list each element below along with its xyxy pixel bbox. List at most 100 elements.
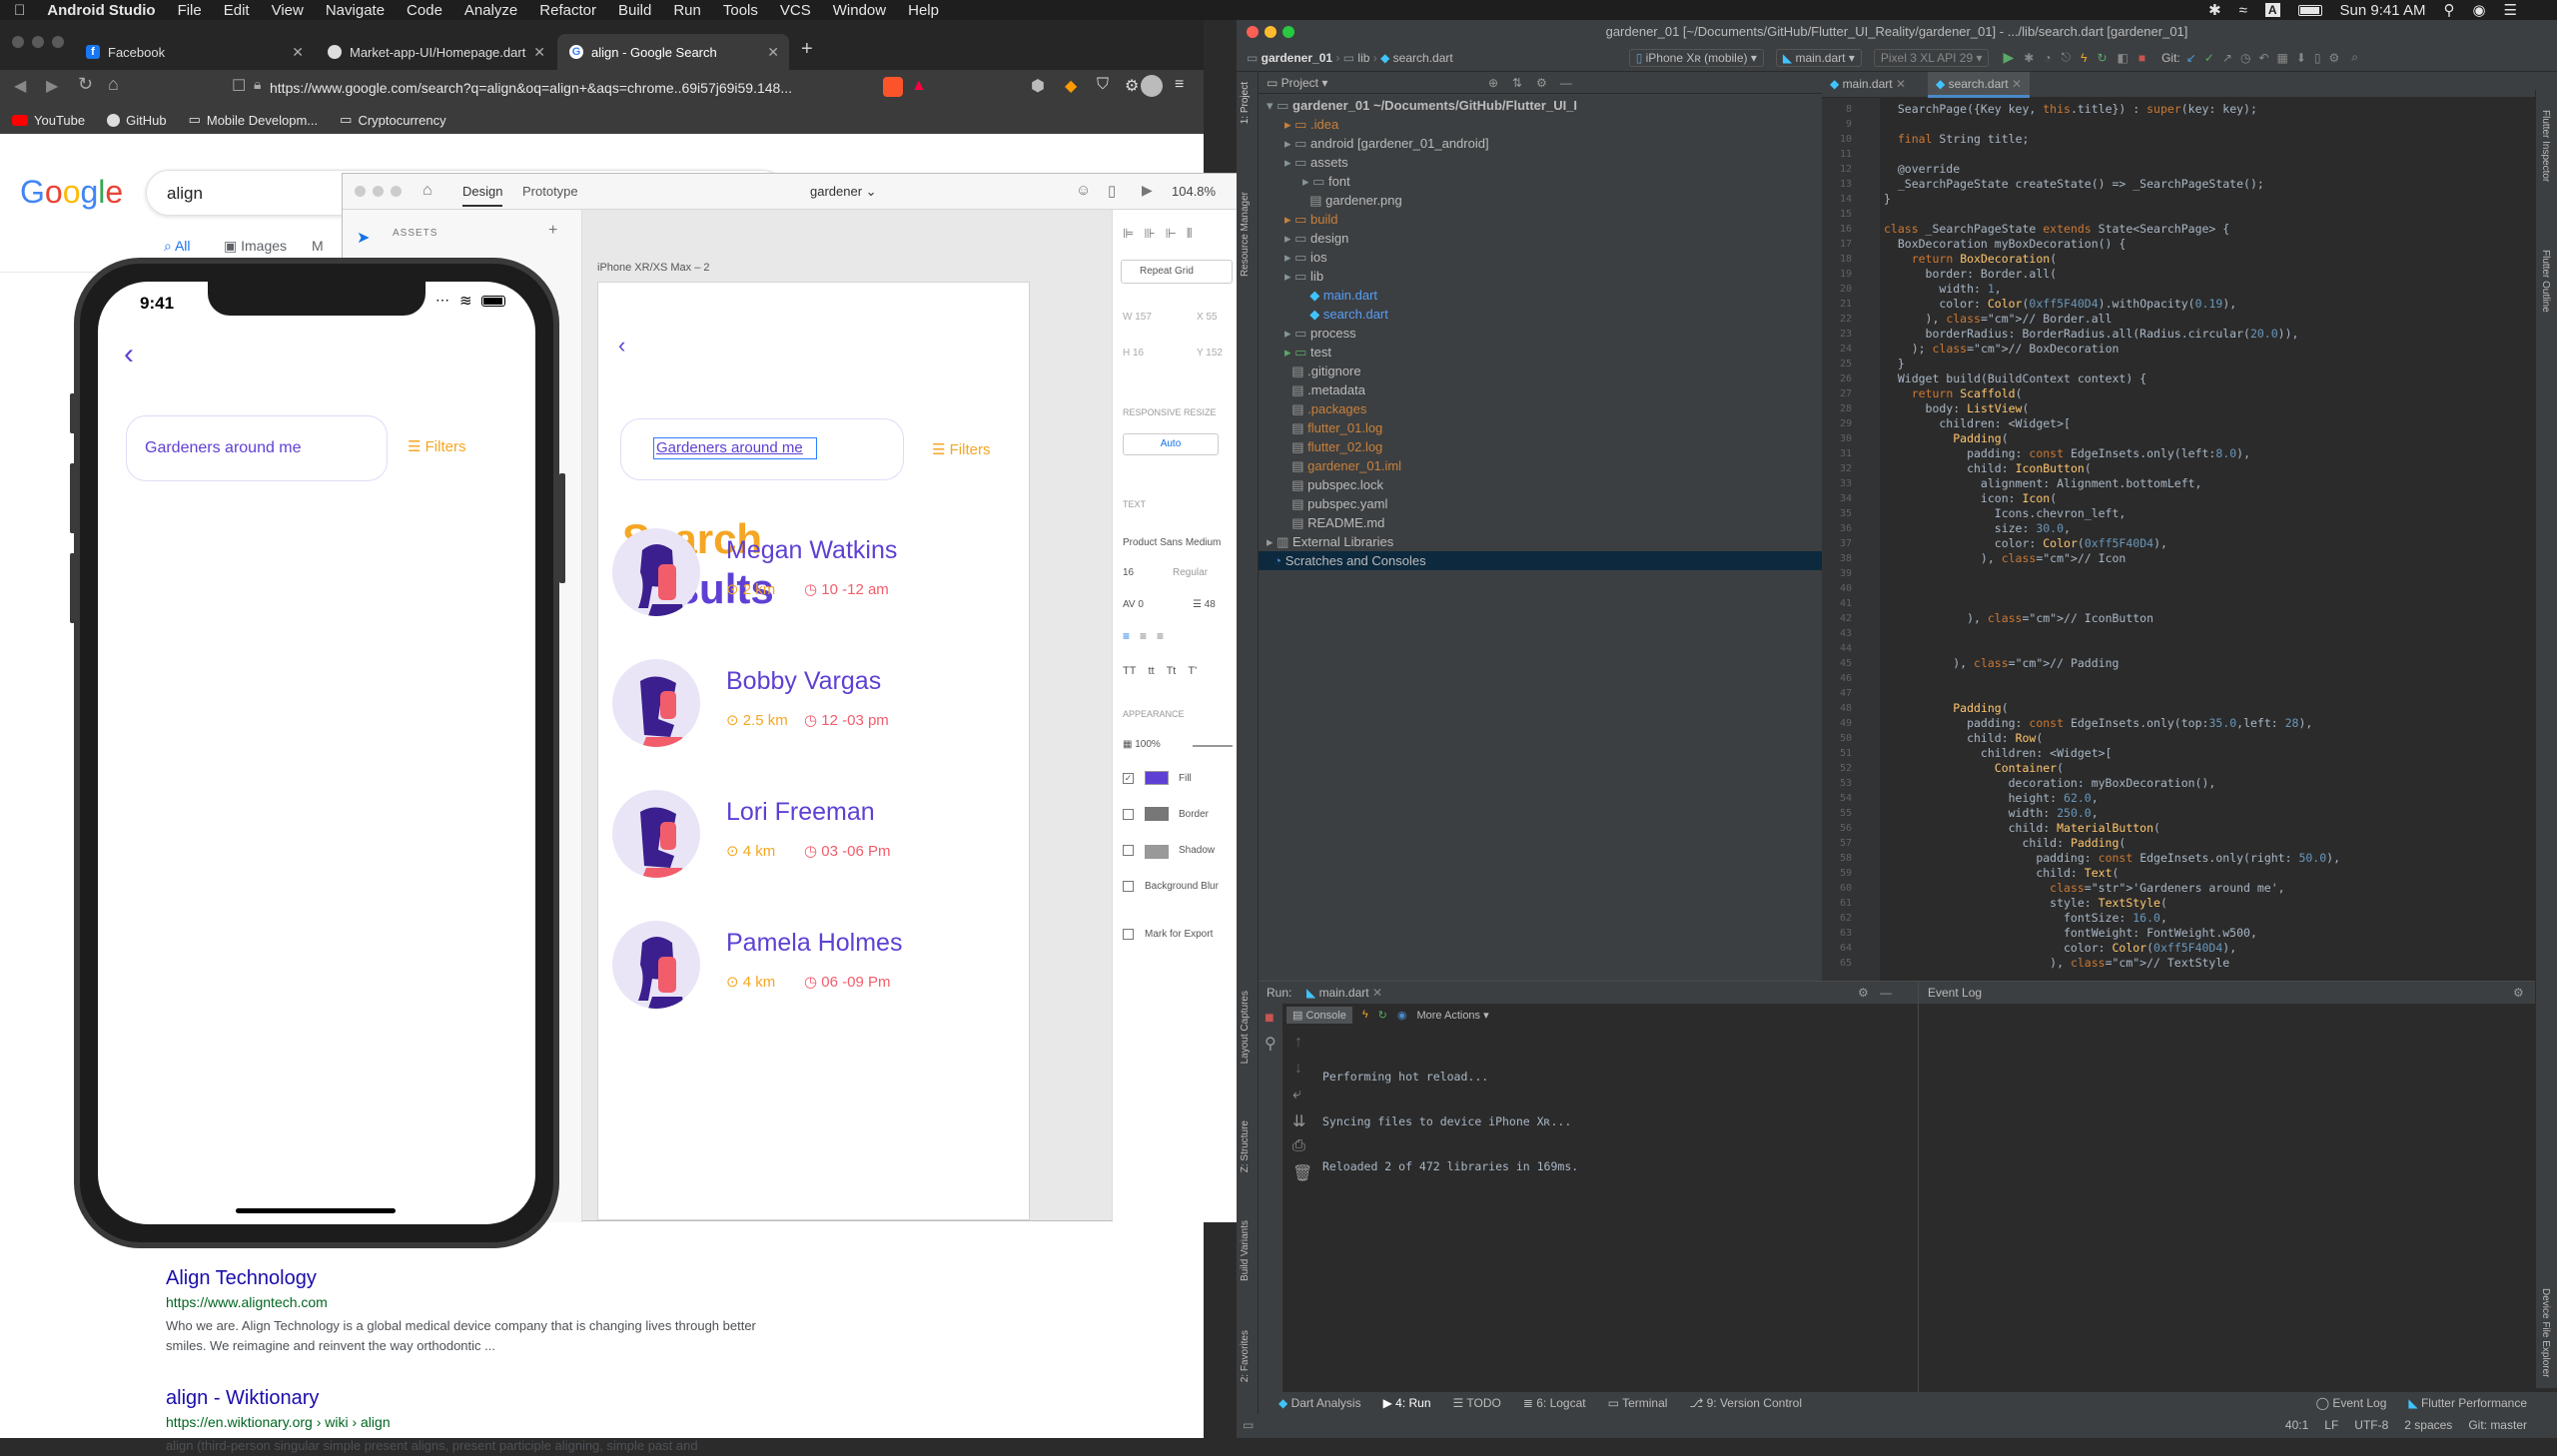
- version-control-tab[interactable]: ⎇ 9: Version Control: [1689, 1396, 1802, 1410]
- align-center-icon[interactable]: ⊪: [1144, 226, 1155, 242]
- shadow-swatch[interactable]: [1145, 845, 1169, 859]
- layout-captures-tool-tab[interactable]: Layout Captures: [1240, 991, 1251, 1064]
- wifi-icon[interactable]: ≈: [2239, 2, 2247, 19]
- result-list-item[interactable]: Pamela Holmes ⊙ 4 km ◷ 06 -09 Pm: [612, 921, 1012, 1021]
- tree-item[interactable]: ▸ ▭ font: [1259, 172, 1822, 191]
- window-minimize-button[interactable]: [373, 186, 384, 197]
- result-url[interactable]: https://en.wiktionary.org › wiki › align: [166, 1414, 765, 1430]
- mute-switch[interactable]: [70, 393, 76, 433]
- home-icon[interactable]: ⌂: [108, 74, 119, 95]
- bluetooth-icon[interactable]: ✱: [2208, 1, 2221, 19]
- history-icon[interactable]: ◷: [2240, 51, 2250, 65]
- tree-item[interactable]: ▤ gardener_01.iml: [1259, 456, 1822, 475]
- breadcrumb-item[interactable]: gardener_01: [1262, 51, 1332, 65]
- line-spacing-field[interactable]: ☰ 48: [1193, 599, 1216, 610]
- tab-prototype[interactable]: Prototype: [522, 184, 578, 199]
- hot-reload-icon[interactable]: ϟ: [1362, 1009, 1368, 1021]
- tree-item[interactable]: ▤ .gitignore: [1259, 362, 1822, 380]
- flutter-outline-tool-tab[interactable]: Flutter Outline: [2540, 250, 2551, 313]
- code-area[interactable]: SearchPage({Key key, this.title}) : supe…: [1884, 102, 2553, 979]
- artboard[interactable]: ‹ Gardeners around me ☰ Filters Search R…: [597, 282, 1030, 1220]
- file-encoding[interactable]: UTF-8: [2354, 1418, 2388, 1432]
- close-tab-icon[interactable]: ✕: [533, 44, 545, 61]
- tree-item[interactable]: ▸ ▭ build: [1259, 210, 1822, 229]
- reload-icon[interactable]: ↻: [78, 74, 93, 95]
- menu-app-name[interactable]: Android Studio: [47, 2, 155, 19]
- forward-icon[interactable]: ▶: [46, 76, 58, 96]
- result-title[interactable]: align - Wiktionary: [166, 1387, 765, 1410]
- tree-item[interactable]: ▤ pubspec.yaml: [1259, 494, 1822, 513]
- menu-file[interactable]: File: [178, 2, 202, 19]
- back-chevron-icon[interactable]: ‹: [618, 333, 625, 359]
- artboard-label[interactable]: iPhone XR/XS Max – 2: [597, 262, 710, 274]
- close-tab-icon[interactable]: ✕: [1896, 77, 1906, 91]
- font-size-field[interactable]: 16: [1123, 567, 1134, 578]
- more-actions-button[interactable]: More Actions ▾: [1416, 1009, 1488, 1022]
- border-checkbox[interactable]: [1123, 809, 1134, 820]
- fill-checkbox[interactable]: ✓: [1123, 773, 1134, 784]
- tab-search-dart[interactable]: ◆ search.dart ✕: [1928, 72, 2030, 98]
- font-family-select[interactable]: Product Sans Medium: [1123, 537, 1221, 548]
- tree-item[interactable]: ▸ ▥ External Libraries: [1259, 532, 1822, 551]
- select-tool-icon[interactable]: ➤: [357, 228, 370, 248]
- shadow-checkbox[interactable]: [1123, 845, 1134, 856]
- sdk-manager-icon[interactable]: ⬇: [2296, 51, 2306, 65]
- bookmark-youtube[interactable]: YouTube: [12, 113, 85, 128]
- tree-item[interactable]: ▤ pubspec.lock: [1259, 475, 1822, 494]
- brave-shield-icon[interactable]: [883, 77, 903, 97]
- git-push-icon[interactable]: ↗: [2222, 51, 2232, 65]
- new-tab-icon[interactable]: +: [801, 38, 813, 61]
- notification-center-icon[interactable]: ☰: [2504, 1, 2517, 19]
- result-list-item[interactable]: Lori Freeman ⊙ 4 km ◷ 03 -06 Pm: [612, 790, 1012, 890]
- build-variants-tool-tab[interactable]: Build Variants: [1240, 1220, 1251, 1281]
- text-align-right-icon[interactable]: ≡: [1157, 629, 1164, 643]
- tree-item[interactable]: ▸ ▭ .idea: [1259, 115, 1822, 134]
- git-update-icon[interactable]: ↙: [2186, 51, 2196, 65]
- y-field[interactable]: Y 152: [1197, 348, 1223, 359]
- menubar-clock[interactable]: Sun 9:41 AM: [2340, 2, 2426, 19]
- soft-wrap-icon[interactable]: ⤶: [1292, 1086, 1301, 1103]
- stop-icon[interactable]: ■: [1265, 1010, 1275, 1028]
- home-icon[interactable]: ⌂: [423, 182, 432, 200]
- background-blur-checkbox[interactable]: [1123, 881, 1134, 892]
- hot-restart-icon[interactable]: ↻: [1378, 1009, 1387, 1022]
- menu-navigate[interactable]: Navigate: [326, 2, 385, 19]
- side-button[interactable]: [559, 473, 565, 583]
- tree-item[interactable]: ▸ ▭ design: [1259, 229, 1822, 248]
- revert-icon[interactable]: ↶: [2258, 51, 2268, 65]
- play-icon[interactable]: ▶: [1142, 182, 1153, 199]
- close-tab-icon[interactable]: ✕: [292, 44, 304, 61]
- menu-refactor[interactable]: Refactor: [539, 2, 596, 19]
- devtools-icon[interactable]: ◉: [1397, 1009, 1407, 1022]
- tree-item[interactable]: ▤ flutter_01.log: [1259, 418, 1822, 437]
- filters-button[interactable]: ☰ Filters: [408, 437, 465, 455]
- back-chevron-icon[interactable]: ‹: [124, 338, 134, 371]
- back-icon[interactable]: ◀: [14, 76, 26, 96]
- tree-item[interactable]: ◆ main.dart: [1259, 286, 1822, 305]
- profile-icon[interactable]: ◔: [2044, 51, 2051, 65]
- result-list-item[interactable]: Bobby Vargas ⊙ 2.5 km ◷ 12 -03 pm: [612, 659, 1012, 759]
- shield-icon[interactable]: ⛉: [1097, 76, 1109, 94]
- menu-help[interactable]: Help: [908, 2, 939, 19]
- tab-design[interactable]: Design: [462, 184, 503, 207]
- superscript-icon[interactable]: T': [1188, 665, 1197, 677]
- tree-item[interactable]: ◆ search.dart: [1259, 305, 1822, 324]
- tree-item[interactable]: ◔ Scratches and Consoles: [1259, 551, 1822, 570]
- tab-facebook[interactable]: f Facebook ✕: [74, 34, 314, 70]
- font-weight-select[interactable]: Regular: [1173, 567, 1208, 578]
- url-bar[interactable]: https://www.google.com/search?q=align&oq…: [270, 75, 879, 101]
- search-field[interactable]: Gardeners around me: [126, 415, 388, 481]
- user-icon[interactable]: ◉: [2472, 1, 2485, 19]
- apple-icon[interactable]: : [14, 2, 25, 19]
- window-zoom-button[interactable]: [391, 186, 402, 197]
- file-name[interactable]: gardener ⌄: [810, 184, 877, 200]
- gradle-sync-icon[interactable]: ⚙: [2329, 51, 2340, 65]
- pin-icon[interactable]: ⚲: [1265, 1034, 1277, 1054]
- lowercase-icon[interactable]: tt: [1148, 665, 1154, 677]
- tree-item[interactable]: ▸ ▭ ios: [1259, 248, 1822, 267]
- bookmark-mobile-dev[interactable]: ▭ Mobile Developm...: [189, 112, 319, 128]
- breadcrumb-item[interactable]: search.dart: [1393, 51, 1453, 65]
- collapse-all-icon[interactable]: ⇅: [1512, 72, 1522, 94]
- project-tool-tab[interactable]: 1: Project: [1240, 82, 1251, 124]
- up-icon[interactable]: ↑: [1294, 1034, 1302, 1052]
